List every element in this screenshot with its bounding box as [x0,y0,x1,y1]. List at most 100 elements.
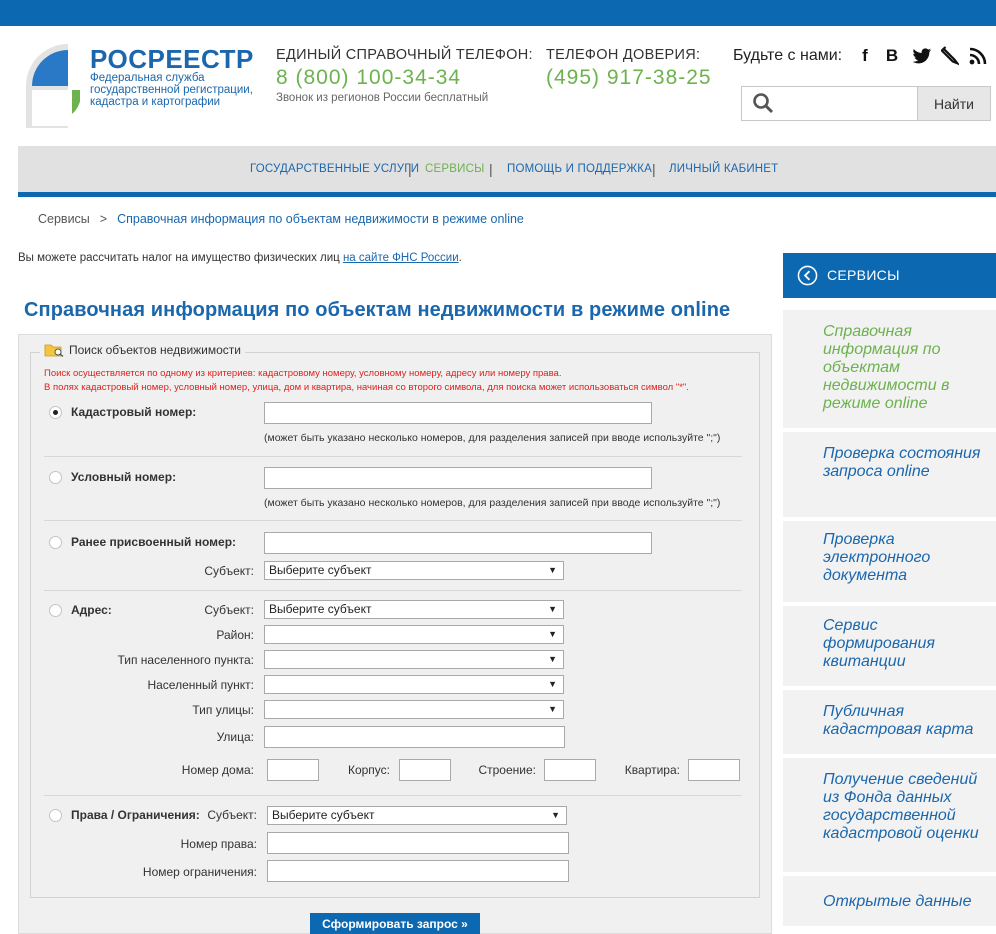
logo-title[interactable]: РОСРЕЕСТР [90,44,254,75]
sidebar-item-open-data[interactable]: Открытые данные [783,876,996,926]
breadcrumb-separator: > [99,212,108,226]
sidebar-item-request-status[interactable]: Проверка состояния запроса online [783,432,996,517]
sidebar-title: СЕРВИСЫ [827,267,900,283]
cadastral-note: (может быть указано несколько номеров, д… [264,432,721,444]
rss-icon[interactable] [969,47,987,65]
sidebar-item-label: Получение сведений из Фонда данных госуд… [823,771,979,842]
restriction-number-input[interactable] [267,860,569,882]
conditional-radio[interactable] [49,471,62,484]
sidebar-item-document-check[interactable]: Проверка электронного документа [783,521,996,602]
building-input[interactable] [399,759,451,781]
sidebar-item-label: Проверка состояния запроса online [823,445,981,480]
chevron-down-icon: ▼ [548,565,557,575]
sidebar-item-label: Сервис формирования квитанции [823,617,935,670]
nav-separator: | [489,161,493,177]
previous-number-radio[interactable] [49,536,62,549]
apartment-label: Квартира: [624,763,680,777]
nav-item-state-services[interactable]: ГОСУДАРСТВЕННЫЕ УСЛУГИ [250,163,419,175]
nav-item-help-support[interactable]: ПОМОЩЬ И ПОДДЕРЖКА [507,163,652,175]
address-subject-select[interactable]: Выберите субъект ▼ [264,600,564,619]
logo-subtitle: Федеральная служба государственной регис… [90,72,253,108]
fns-link[interactable]: на сайте ФНС России [343,252,459,264]
tax-note: Вы можете рассчитать налог на имущество … [18,252,462,264]
structure-input[interactable] [544,759,596,781]
legend-text: Поиск объектов недвижимости [69,343,242,357]
select-value: Выберите субъект [269,602,372,616]
sidebar-item-label: Проверка электронного документа [823,531,931,584]
livejournal-icon[interactable] [941,46,959,66]
conditional-number-input[interactable] [264,467,652,489]
page-title: Справочная информация по объектам недвиж… [24,299,731,321]
cadastral-radio[interactable] [49,406,62,419]
sidebar-item-receipt-service[interactable]: Сервис формирования квитанции [783,606,996,686]
house-number-label: Номер дома: [181,763,254,777]
street-input[interactable] [264,726,565,748]
breadcrumb-root[interactable]: Сервисы [38,212,90,226]
tax-note-end: . [458,252,462,264]
wildcard-hint: В полях кадастровый номер, условный номе… [44,382,689,393]
section-divider [44,456,742,457]
settlement-label: Населенный пункт: [147,678,254,692]
chevron-down-icon: ▼ [548,604,557,614]
previous-number-input[interactable] [264,532,652,554]
street-label: Улица: [216,730,254,744]
conditional-label: Условный номер: [71,470,177,484]
tax-note-text: Вы можете рассчитать налог на имущество … [18,252,343,264]
settlement-select[interactable]: ▼ [264,675,564,694]
search-input[interactable] [783,88,916,119]
previous-subject-select[interactable]: Выберите субъект ▼ [264,561,564,580]
top-band [0,0,996,26]
back-circle-icon[interactable] [797,265,818,286]
address-subject-label: Субъект: [204,603,254,617]
trust-phone-title: ТЕЛЕФОН ДОВЕРИЯ: [546,47,701,63]
rights-label: Права / Ограничения: [71,808,200,822]
hotline-note: Звонок из регионов России бесплатный [276,92,489,104]
section-divider [44,590,742,591]
cadastral-number-input[interactable] [264,402,652,424]
street-type-select[interactable]: ▼ [264,700,564,719]
section-divider [44,795,742,796]
nav-item-personal-account[interactable]: ЛИЧНЫЙ КАБИНЕТ [669,163,778,175]
district-label: Район: [216,628,254,642]
house-number-input[interactable] [267,759,319,781]
submit-request-button[interactable]: Сформировать запрос » [310,913,480,934]
settlement-type-label: Тип населенного пункта: [117,653,254,667]
section-divider [44,520,742,521]
chevron-down-icon: ▼ [548,704,557,714]
search-hint: Поиск осуществляется по одному из критер… [44,368,562,379]
apartment-input[interactable] [688,759,740,781]
sidebar-item-cadastral-map[interactable]: Публичная кадастровая карта [783,690,996,754]
address-radio[interactable] [49,604,62,617]
social-label: Будьте с нами: [733,47,843,64]
chevron-down-icon: ▼ [548,654,557,664]
rights-subject-select[interactable]: Выберите субъект ▼ [267,806,567,825]
district-select[interactable]: ▼ [264,625,564,644]
chevron-down-icon: ▼ [551,810,560,820]
structure-label: Строение: [478,763,536,777]
right-number-label: Номер права: [180,837,257,851]
address-label: Адрес: [71,603,112,617]
rosreestr-logo-icon[interactable] [22,40,80,130]
breadcrumb-current[interactable]: Справочная информация по объектам недвиж… [117,212,524,226]
search-icon [753,93,774,114]
twitter-icon[interactable] [912,47,932,65]
rights-radio[interactable] [49,809,62,822]
street-type-label: Тип улицы: [192,703,254,717]
rights-subject-label: Субъект: [207,808,257,822]
nav-item-services[interactable]: СЕРВИСЫ [425,163,484,175]
facebook-icon[interactable]: f [855,46,875,66]
hotline-title: ЕДИНЫЙ СПРАВОЧНЫЙ ТЕЛЕФОН: [276,47,533,63]
breadcrumb: Сервисы > Справочная информация по объекта… [38,212,524,226]
hotline-number: 8 (800) 100-34-34 [276,66,462,89]
sidebar-item-label: Справочная информация по объектам недвиж… [823,323,950,412]
nav-separator: | [652,161,656,177]
sidebar-item-label: Публичная кадастровая карта [823,703,974,738]
vk-icon[interactable]: B [882,46,902,66]
settlement-type-select[interactable]: ▼ [264,650,564,669]
right-number-input[interactable] [267,832,569,854]
sidebar-item-reference-info[interactable]: Справочная информация по объектам недвиж… [783,310,996,428]
search-button[interactable]: Найти [917,86,991,121]
restriction-number-label: Номер ограничения: [142,865,257,879]
sidebar-item-valuation-fund[interactable]: Получение сведений из Фонда данных госуд… [783,758,996,872]
nav-separator: | [408,161,412,177]
